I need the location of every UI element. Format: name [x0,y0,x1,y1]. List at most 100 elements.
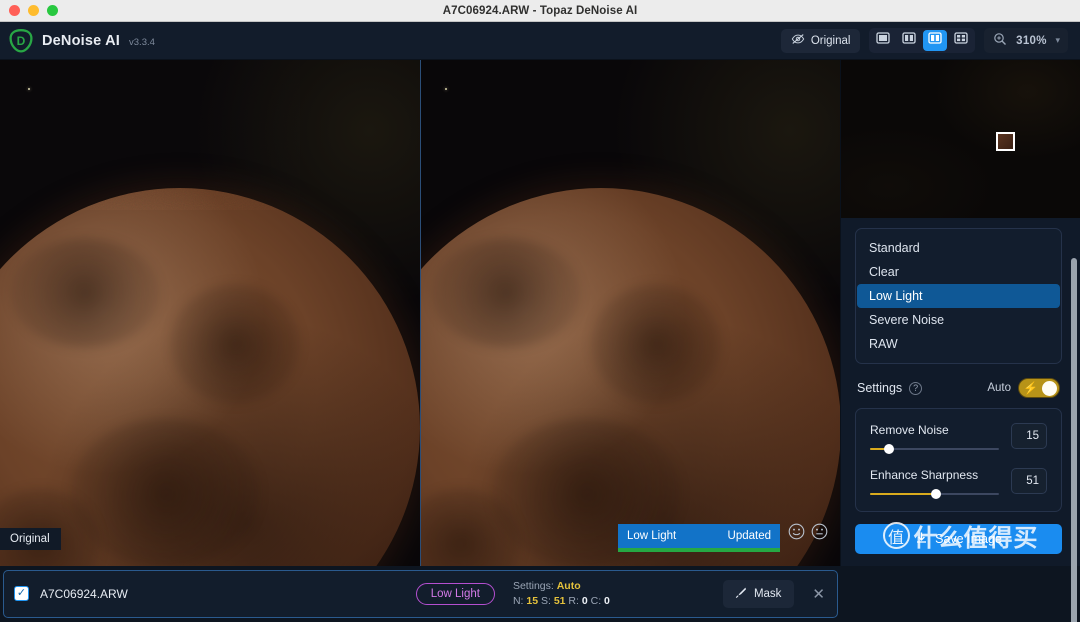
window-titlebar: A7C06924.ARW - Topaz DeNoise AI [0,0,1080,22]
moon-mare [10,238,160,348]
side-by-side-view-button[interactable] [897,30,921,51]
slider-track[interactable] [870,444,999,454]
stat-value-s: 51 [553,594,566,607]
stat-key-c: C: [590,594,602,607]
slider-enhance-sharpness: Enhance Sharpness 51 [870,468,1047,499]
toggle-knob [1042,380,1057,396]
model-item-low-light[interactable]: Low Light [857,284,1060,308]
toolbar-controls: Original 310% ▾ [780,28,1068,53]
model-label: Clear [869,265,899,279]
slider-fill [870,493,936,495]
zoom-control[interactable]: 310% ▾ [984,28,1068,53]
slider-value-input[interactable]: 15 [1011,423,1047,449]
chevron-down-icon[interactable]: ▾ [1055,35,1060,46]
split-pane-view-button[interactable] [923,30,948,51]
slider-body: Enhance Sharpness [870,468,999,499]
filmstrip-row[interactable]: ✓ A7C06924.ARW Low Light Settings: Auto … [3,569,838,618]
slider-track[interactable] [870,489,999,499]
view-mode-group [869,28,976,53]
four-pane-grid-view-button[interactable] [949,30,973,51]
slider-body: Remove Noise [870,423,999,454]
stat-value-c: 0 [604,594,610,607]
settings-summary-value: Auto [556,579,581,592]
status-banner: Low Light Updated [618,524,780,552]
model-item-standard[interactable]: Standard [857,236,1060,260]
four-pane-grid-icon [954,31,969,50]
zoom-level-value: 310% [1016,34,1047,47]
save-area: Save Image 值 什么值得买 [841,514,1080,566]
svg-text:D: D [17,34,26,48]
slider-handle[interactable] [930,489,941,499]
panel-scrollbar[interactable] [1071,258,1077,622]
topaz-shield-d-logo-icon: D [8,28,34,54]
panel-scroll-area: Standard Clear Low Light Severe Noise RA… [841,218,1080,514]
original-toggle-button[interactable]: Original [780,28,861,53]
app-toolbar: D DeNoise AI v3.3.4 Original 310% ▾ [0,22,1080,60]
split-pane-icon [928,31,943,50]
slider-handle[interactable] [884,444,895,454]
original-label-badge: Original [0,528,61,550]
checkmark-icon: ✓ [16,587,27,599]
brush-icon [734,586,747,602]
save-image-button[interactable]: Save Image [855,524,1062,554]
file-filmstrip: ✓ A7C06924.ARW Low Light Settings: Auto … [0,566,1080,622]
slider-value-input[interactable]: 51 [1011,468,1047,494]
model-label: Severe Noise [869,313,945,327]
processed-preview-pane[interactable] [421,60,840,566]
question-mark-icon[interactable]: ? [909,381,923,395]
single-pane-view-button[interactable] [871,30,895,51]
model-item-severe-noise[interactable]: Severe Noise [857,308,1060,332]
feedback-controls [788,523,828,545]
window-title: A7C06924.ARW - Topaz DeNoise AI [442,4,638,17]
status-progress-bar [618,548,780,552]
original-toggle-label: Original [810,34,851,47]
stat-key-n: N: [512,594,524,607]
viewport-selection-rectangle[interactable] [996,132,1015,151]
mask-button[interactable]: Mask [722,579,795,608]
mask-button-label: Mask [753,587,782,600]
settings-panel: Standard Clear Low Light Severe Noise RA… [840,60,1080,622]
stat-key-s: S: [540,594,551,607]
slider-label: Enhance Sharpness [870,468,979,482]
settings-summary-line2: N: 15 S: 51 R: 0 C: 0 [513,595,610,607]
download-icon [915,531,928,547]
model-list: Standard Clear Low Light Severe Noise RA… [855,228,1062,364]
status-model-name: Low Light [627,530,677,542]
stat-value-n: 15 [526,594,539,607]
status-state-text: Updated [727,530,771,542]
settings-summary-line1: Settings: Auto [513,580,581,592]
noise-grain-overlay [0,60,300,210]
slider-remove-noise: Remove Noise 15 [870,423,1047,454]
settings-sliders: Remove Noise 15 Enhance Sharpness 51 [855,408,1062,512]
slider-label: Remove Noise [870,423,949,437]
original-preview-pane[interactable] [0,60,420,566]
two-pane-icon [902,31,917,50]
split-view-divider-handle[interactable] [420,60,421,566]
brand-version: v3.3.4 [129,37,155,48]
brand: D DeNoise AI v3.3.4 [8,28,155,54]
thumbs-up-smiley-icon[interactable] [788,523,805,545]
auto-settings-toggle[interactable]: ⚡ [1018,378,1060,398]
model-label: Standard [869,241,920,255]
thumbs-down-neutral-icon[interactable] [811,523,828,545]
file-select-checkbox[interactable]: ✓ [14,586,29,601]
settings-section-header: Settings ? Auto ⚡ [855,364,1062,408]
model-item-raw[interactable]: RAW [857,332,1060,356]
moon-mare [170,284,300,404]
stat-value-r: 0 [581,594,588,607]
navigator-preview[interactable] [841,60,1080,218]
save-image-label: Save Image [935,532,1002,546]
model-item-clear[interactable]: Clear [857,260,1060,284]
file-name-label: A7C06924.ARW [40,586,128,601]
star-speck [445,88,447,90]
close-x-icon[interactable]: ✕ [812,585,825,603]
app-window: A7C06924.ARW - Topaz DeNoise AI D DeNois… [0,0,1080,622]
settings-section-label: Settings [857,381,903,395]
moon-mare [431,238,581,348]
image-canvas[interactable]: Original Low Light Updated [0,60,840,566]
model-pill-badge[interactable]: Low Light [415,582,495,605]
navigator-thumbnail [841,60,1080,218]
eye-slash-icon [791,33,805,48]
app-body: Original Low Light Updated Standard Clea… [0,60,1080,622]
settings-summary-label: Settings: [512,579,554,592]
